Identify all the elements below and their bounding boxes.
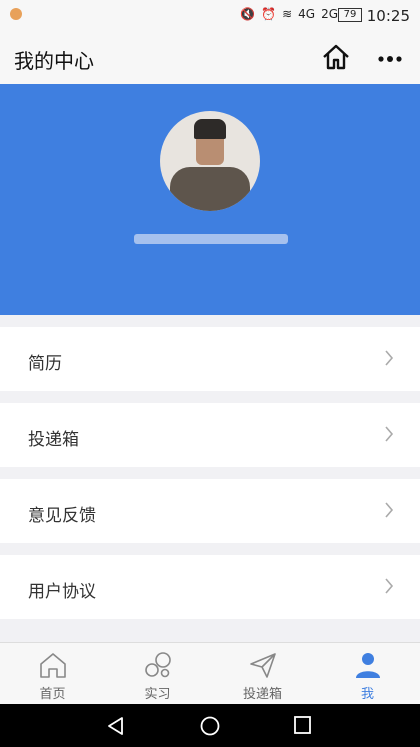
more-icon[interactable]: [378, 56, 402, 62]
menu-item-resume[interactable]: 简历: [0, 327, 420, 391]
paper-plane-icon: [249, 653, 276, 678]
status-bar: 🔇 ⏰ ≋ 4G 2G 79 10:25: [0, 0, 420, 30]
recents-icon[interactable]: [293, 716, 313, 736]
signal-2g-label: 2G: [321, 7, 338, 21]
notification-icon: [10, 8, 22, 20]
tab-label: 实习: [144, 687, 171, 702]
tab-me[interactable]: 我: [315, 643, 420, 705]
menu-item-feedback[interactable]: 意见反馈: [0, 479, 420, 543]
tab-internship[interactable]: 实习: [105, 643, 210, 705]
menu-item-outbox[interactable]: 投递箱: [0, 403, 420, 467]
home-circle-icon[interactable]: [199, 716, 221, 738]
chevron-right-icon: [385, 426, 394, 442]
person-icon: [355, 653, 380, 678]
page-title: 我的中心: [14, 49, 94, 73]
tab-label: 首页: [39, 687, 66, 702]
chevron-right-icon: [385, 578, 394, 594]
battery-indicator: 79: [338, 8, 362, 22]
avatar[interactable]: [160, 111, 260, 211]
status-time: 10:25: [366, 7, 410, 25]
menu-item-label: 投递箱: [28, 430, 79, 450]
system-nav-bar: [0, 704, 420, 747]
bubbles-icon: [144, 652, 171, 678]
menu-item-label: 用户协议: [28, 582, 96, 602]
mute-icon: 🔇: [240, 7, 256, 21]
status-icons: 🔇 ⏰ ≋ 4G 2G: [240, 7, 338, 21]
menu-item-label: 意见反馈: [28, 506, 96, 526]
title-bar: 我的中心: [0, 30, 420, 84]
chevron-right-icon: [385, 350, 394, 366]
profile-header: [0, 84, 420, 315]
tab-label: 投递箱: [242, 687, 282, 702]
alarm-icon: ⏰: [261, 7, 277, 21]
bottom-tab-bar: 首页 实习 投递箱 我: [0, 642, 420, 704]
signal-4g-label: 4G: [298, 7, 316, 21]
wifi-icon: ≋: [282, 7, 293, 21]
tab-outbox[interactable]: 投递箱: [210, 643, 315, 705]
menu-item-label: 简历: [28, 354, 62, 374]
username-blurred: [134, 234, 288, 244]
chevron-right-icon: [385, 502, 394, 518]
menu-item-agreement[interactable]: 用户协议: [0, 555, 420, 619]
back-icon[interactable]: [106, 716, 126, 736]
home-icon[interactable]: [322, 44, 350, 70]
tab-home[interactable]: 首页: [0, 643, 105, 705]
home-outline-icon: [39, 653, 66, 678]
tab-label: 我: [360, 687, 374, 702]
